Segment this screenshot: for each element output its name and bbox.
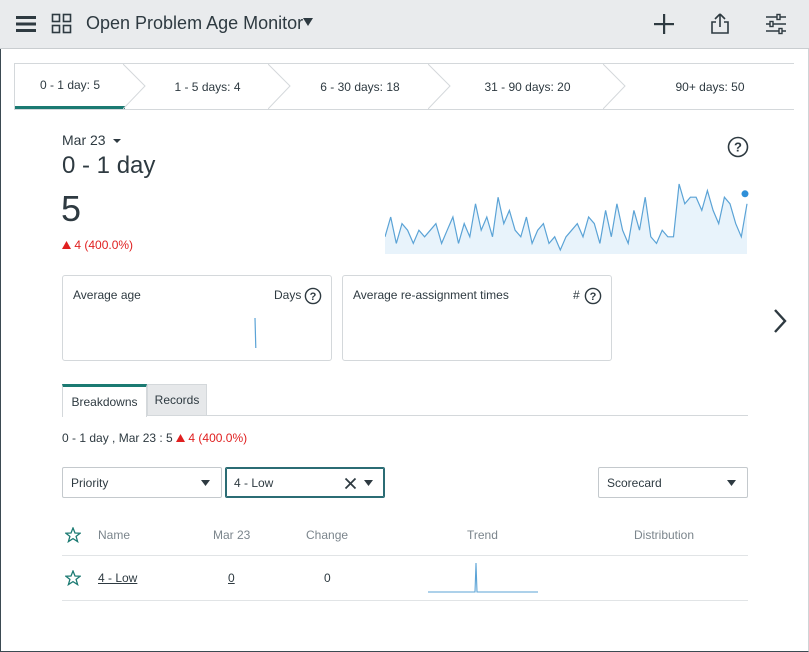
date-dropdown-icon	[113, 139, 122, 143]
score-delta-text: 4 (400.0%)	[74, 238, 134, 252]
grid-icon[interactable]	[50, 12, 74, 36]
card-mini-trend	[254, 317, 257, 349]
increase-triangle-icon	[62, 241, 71, 249]
svg-text:?: ?	[590, 291, 597, 303]
row-name-link[interactable]: 4 - Low	[98, 571, 137, 585]
chevron-label: 0 - 1 day: 5	[39, 78, 101, 92]
help-icon[interactable]: ?	[727, 136, 749, 158]
increase-triangle-icon	[176, 434, 186, 442]
date-label: Mar 23	[62, 132, 106, 148]
column-header-date[interactable]: Mar 23	[213, 528, 250, 542]
summary-delta: 4 (400.0%)	[188, 431, 248, 445]
breakdown-summary: 0 - 1 day , Mar 23 : 5 4 (400.0%)	[62, 431, 247, 445]
menu-icon[interactable]	[14, 12, 38, 36]
chevron-6-30-days[interactable]: 6 - 30 days: 18	[290, 64, 430, 109]
chevron-1-5-days[interactable]: 1 - 5 days: 4	[145, 64, 270, 109]
select-value: 4 - Low	[234, 476, 274, 490]
chevron-31-90-days[interactable]: 31 - 90 days: 20	[450, 64, 605, 109]
svg-text:?: ?	[734, 140, 742, 155]
card-unit: Days	[274, 288, 302, 302]
column-header-distribution: Distribution	[634, 528, 695, 542]
breakdown-tabs: Breakdowns Records	[62, 384, 748, 417]
chevron-0-1-day[interactable]: 0 - 1 day: 5	[15, 64, 125, 109]
help-icon[interactable]: ?	[304, 287, 322, 305]
chevron-down-icon	[201, 480, 210, 486]
chevron-down-icon	[364, 480, 373, 486]
card-unit: #	[573, 288, 580, 302]
help-icon[interactable]: ?	[584, 287, 602, 305]
row-value-link[interactable]: 0	[228, 571, 235, 585]
card-title: Average age	[73, 288, 141, 302]
clear-icon[interactable]	[344, 477, 357, 490]
star-icon[interactable]	[65, 570, 81, 586]
chevron-separator	[603, 64, 626, 109]
chevron-right-icon[interactable]	[770, 307, 790, 335]
average-age-card[interactable]: Average age Days ?	[62, 275, 332, 361]
score-value[interactable]: 5	[61, 188, 81, 230]
score-title: 0 - 1 day	[62, 152, 156, 179]
breakdown-select[interactable]: Priority	[62, 467, 222, 498]
svg-text:?: ?	[310, 291, 317, 303]
table-divider	[62, 555, 748, 556]
chevron-down-icon	[727, 480, 736, 486]
tab-label: Records	[154, 393, 200, 407]
tab-records[interactable]: Records	[147, 384, 207, 416]
card-title: Average re-assignment times	[353, 288, 509, 302]
title-dropdown-icon[interactable]	[301, 15, 315, 29]
chevron-separator	[428, 64, 451, 109]
element-select[interactable]: 4 - Low	[225, 467, 385, 498]
column-header-change[interactable]: Change	[306, 528, 348, 542]
view-select[interactable]: Scorecard	[598, 467, 748, 498]
chevron-label: 6 - 30 days: 18	[320, 79, 400, 94]
column-header-trend: Trend	[467, 528, 498, 542]
share-icon[interactable]	[708, 12, 732, 36]
age-bucket-chevrons: 0 - 1 day: 5 1 - 5 days: 4 6 - 30 days: …	[14, 63, 794, 110]
header-bar: Open Problem Age Monitor	[0, 0, 809, 49]
table-divider	[62, 600, 748, 601]
chevron-90-plus-days[interactable]: 90+ days: 50	[625, 64, 795, 109]
chevron-label: 1 - 5 days: 4	[174, 79, 241, 94]
sparkline-last-point[interactable]	[741, 190, 749, 198]
add-icon[interactable]	[652, 12, 676, 36]
chevron-label: 31 - 90 days: 20	[484, 79, 571, 94]
dashboard-title[interactable]: Open Problem Age Monitor	[86, 13, 303, 34]
select-value: Priority	[71, 476, 109, 490]
star-icon[interactable]	[65, 527, 81, 543]
column-header-name[interactable]: Name	[98, 528, 130, 542]
tab-breakdowns[interactable]: Breakdowns	[62, 384, 147, 417]
row-trend-sparkline	[428, 562, 538, 593]
row-change: 0	[324, 571, 331, 585]
select-value: Scorecard	[607, 476, 662, 490]
trend-sparkline	[385, 183, 749, 254]
sparkline-area	[385, 184, 747, 254]
average-reassignment-card[interactable]: Average re-assignment times # ?	[342, 275, 612, 361]
chevron-separator	[123, 64, 146, 109]
score-delta: 4 (400.0%)	[62, 238, 133, 252]
summary-text: 0 - 1 day , Mar 23 : 5	[62, 431, 173, 445]
chevron-label: 90+ days: 50	[675, 79, 745, 94]
tab-label: Breakdowns	[71, 395, 138, 409]
settings-sliders-icon[interactable]	[764, 12, 788, 36]
chevron-separator	[268, 64, 291, 109]
date-selector[interactable]: Mar 23	[62, 132, 122, 148]
